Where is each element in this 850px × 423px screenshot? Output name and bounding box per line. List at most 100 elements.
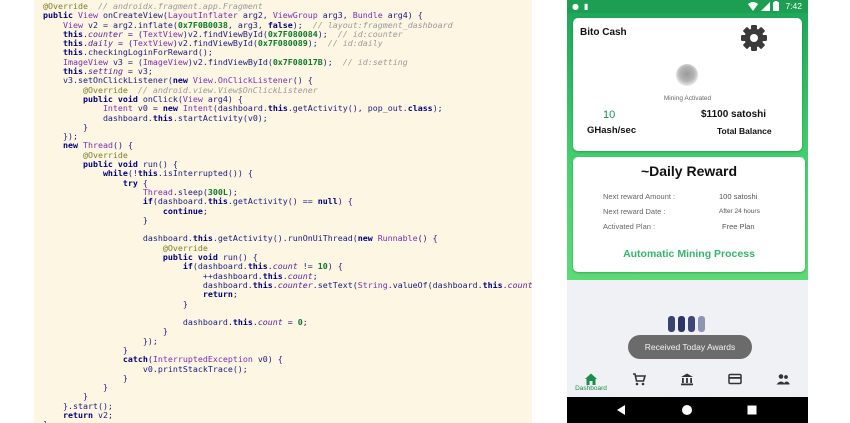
mining-indicator (676, 64, 698, 86)
mining-status-label: Mining Activated (663, 95, 712, 102)
nav-wallet[interactable] (715, 366, 755, 397)
code-line: }.start(); (43, 401, 532, 411)
nav-bank[interactable] (667, 366, 707, 397)
status-bar: ● ▮ 7:42 (567, 0, 808, 13)
code-token: .isInterrupted()) { (157, 168, 253, 179)
gear-icon[interactable] (739, 23, 769, 53)
code-token: .getActivity() == (227, 196, 318, 207)
code-token: count (257, 317, 283, 328)
code-token: this (252, 279, 273, 290)
code-lines: @Override // androidx.fragment.app.Fragm… (43, 1, 532, 423)
code-token: this (152, 112, 173, 123)
code-token: String (357, 279, 388, 290)
code-token: .setText( (312, 279, 358, 290)
code-token: )v2.findViewById( (187, 56, 273, 67)
loading-indicator (668, 316, 708, 332)
next-reward-date-value: After 24 hours (719, 208, 760, 215)
home-circle-icon[interactable] (680, 403, 694, 417)
signal-icon (761, 2, 770, 11)
next-reward-date-label: Next reward Date : (603, 207, 666, 216)
code-token: 10 (317, 261, 328, 272)
code-token: } (43, 214, 148, 225)
code-token: 0x7F08017B (272, 56, 323, 67)
system-navigation-bar (567, 397, 808, 423)
mining-card: Bito Cash Mining Activated 10 GHash/sec … (573, 18, 802, 151)
code-token: v2; (97, 410, 113, 421)
code-token: this (207, 196, 228, 207)
code-line: } (43, 122, 532, 132)
code-token: } (43, 419, 48, 423)
code-line: } (43, 392, 532, 401)
reward-title: ~Daily Reward (640, 163, 738, 179)
code-token: this (267, 103, 288, 114)
toast-message: Received Today Awards (628, 335, 752, 359)
people-icon (776, 374, 790, 385)
nav-dashboard[interactable]: Dashboard (567, 366, 615, 397)
nav-shop[interactable] (619, 366, 659, 397)
balance-value: $1100 satoshi (701, 109, 767, 120)
phone-screen: ● ▮ 7:42 Bito Cash Mining Activated 10 G… (567, 0, 808, 423)
code-token: .valueOf(dashboard. (387, 279, 483, 290)
recents-icon[interactable] (745, 403, 759, 417)
daily-reward-card: ~Daily Reward Next reward Amount : 100 s… (573, 157, 805, 272)
loader-bar (668, 316, 675, 332)
status-time: 7:42 (785, 1, 802, 11)
home-icon (585, 373, 597, 385)
next-reward-amount-value: 100 satoshi (719, 192, 758, 201)
loader-bar (688, 316, 695, 332)
code-token: count (507, 279, 532, 290)
sim-card-icon: ▮ (584, 2, 589, 11)
code-token: ) { (327, 261, 343, 272)
bottom-navigation: Dashboard (567, 366, 808, 397)
code-token: } (43, 298, 188, 309)
code-token: this (482, 279, 503, 290)
code-line: } (43, 214, 532, 225)
code-token: this (232, 317, 253, 328)
code-token: ) { (337, 196, 353, 207)
code-token: .getActivity(), pop_out. (287, 103, 408, 114)
balance-label: Total Balance (717, 126, 772, 136)
loader-bar (698, 316, 705, 332)
code-token: // id:daily (327, 38, 383, 49)
back-icon[interactable] (614, 403, 628, 417)
nav-referrals[interactable] (763, 366, 803, 397)
code-token: class (407, 103, 433, 114)
notification-dot-icon: ● (572, 2, 579, 11)
next-reward-amount-label: Next reward Amount : (603, 192, 676, 201)
automatic-mining-button[interactable]: Automatic Mining Process (573, 248, 805, 260)
nav-dashboard-label: Dashboard (575, 385, 607, 392)
code-line: dashboard.this.startActivity(v0); (43, 112, 532, 123)
code-token: return (43, 410, 98, 421)
code-token: ; (232, 289, 238, 300)
code-token: null (317, 196, 338, 207)
code-token: = (282, 317, 298, 328)
code-token: // id:setting (342, 56, 408, 67)
code-line: } (43, 373, 532, 383)
code-token: v0) { (257, 354, 283, 365)
activated-plan-label: Activated Plan : (603, 222, 656, 231)
code-token: ; (302, 317, 308, 328)
loader-bar (678, 316, 685, 332)
code-token: ; (202, 205, 208, 216)
bank-icon (681, 373, 693, 386)
code-viewer: @Override // androidx.fragment.app.Fragm… (34, 0, 532, 423)
credit-card-icon (728, 373, 742, 385)
battery-icon (773, 1, 779, 11)
code-token: .startActivity(v0); (172, 112, 268, 123)
code-line: return v2; (43, 410, 532, 421)
code-token: 0x7F080089 (257, 38, 308, 49)
code-line: } (43, 383, 532, 392)
activated-plan-value: Free Plan (722, 222, 755, 231)
code-token: .getActivity().runOnUiThread( (212, 233, 358, 244)
app-title: Bito Cash (580, 27, 627, 38)
code-token: new (357, 233, 378, 244)
wifi-icon (748, 2, 758, 11)
code-token: ); (307, 38, 328, 49)
code-token: () { (417, 233, 438, 244)
code-token: Runnable (377, 233, 418, 244)
hashrate-unit: GHash/sec (587, 125, 637, 136)
hashrate-value: 10 (603, 109, 616, 121)
code-token: ); (322, 56, 343, 67)
cart-icon (633, 373, 646, 386)
code-token: ); (432, 103, 443, 114)
